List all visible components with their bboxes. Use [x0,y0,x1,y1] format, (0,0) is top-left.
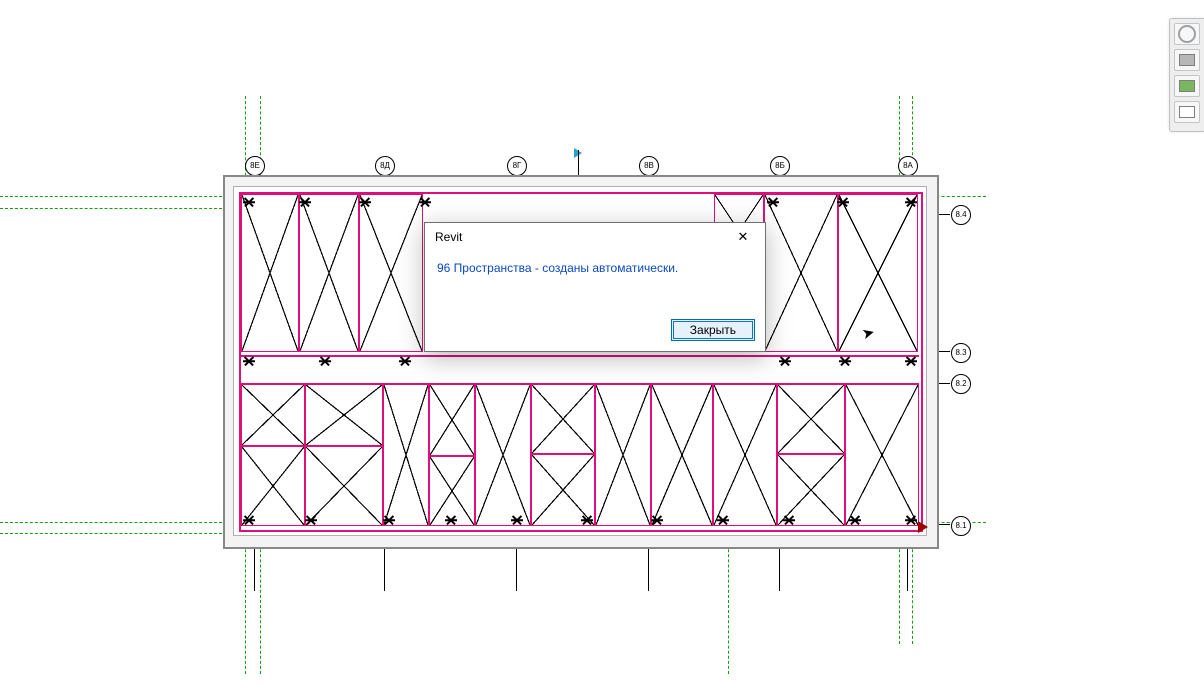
space-marker [780,356,790,366]
space-cell [531,454,595,526]
cursor-icon: ➤ [860,323,877,344]
gridline-h [226,524,950,525]
green-gridline [899,534,900,644]
space-marker [320,356,330,366]
gridline-v [254,173,255,591]
green-gridline [926,196,986,197]
space-marker [300,197,310,207]
dialog-footer: Закрыть [425,313,765,351]
grid-bubble: 8.3 [951,343,971,363]
grid-bubble: 8Е [245,156,265,176]
space-cell [241,384,305,446]
space-cell [531,384,595,454]
north-flag-icon [574,148,582,158]
green-gridline [245,534,246,674]
grid-bubble: 8В [639,156,659,176]
space-cell [383,384,429,526]
palette-swatch-white[interactable] [1174,101,1200,123]
view-palette[interactable] [1169,18,1204,132]
space-marker [244,197,254,207]
green-gridline [0,522,232,523]
space-marker [768,197,778,207]
grid-bubble: 8Г [507,156,527,176]
grid-bubble: 8Д [375,156,395,176]
gridline-v [779,173,780,591]
gridline-h [226,383,950,384]
green-gridline [926,522,986,523]
space-marker [446,515,456,525]
space-cell [595,384,651,526]
space-marker [906,197,916,207]
space-cell [429,456,475,526]
green-gridline [245,96,246,186]
space-marker [718,515,728,525]
space-cell [305,446,383,526]
space-marker [906,356,916,366]
grid-bubble: 8.4 [951,205,971,225]
grid-bubble: 8.1 [951,516,971,536]
grid-bubble: 8А [898,156,918,176]
green-gridline [0,196,232,197]
space-marker [244,356,254,366]
space-marker [784,515,794,525]
space-marker [244,515,254,525]
space-cell [299,194,359,352]
space-marker [512,515,522,525]
space-cell [777,384,845,454]
gridline-v [907,173,908,591]
space-cell [838,194,918,352]
palette-swatch-green[interactable] [1174,75,1200,97]
space-cell [713,384,777,526]
dialog-title: Revit [435,230,462,244]
grid-bubble: 8Б [770,156,790,176]
space-marker [906,515,916,525]
green-gridline [912,534,913,644]
gridline-v [384,173,385,591]
green-gridline [728,534,729,674]
palette-swatch-grey[interactable] [1174,49,1200,71]
corridor [239,355,919,385]
gridline-v [578,150,579,176]
gridline-h [226,214,950,215]
space-cell [241,446,305,526]
space-marker [384,515,394,525]
space-cell [359,194,423,352]
green-gridline [912,96,913,186]
space-marker [360,197,370,207]
grid-bubble: 8.2 [951,374,971,394]
space-marker [850,515,860,525]
close-button[interactable]: Закрыть [671,319,755,341]
space-marker [420,197,430,207]
dialog-close-x[interactable]: ✕ [723,223,763,251]
green-gridline [899,96,900,186]
space-cell [777,454,845,526]
space-marker [400,356,410,366]
green-gridline [260,534,261,674]
dialog-titlebar[interactable]: Revit ✕ [425,223,765,251]
space-marker [838,197,848,207]
green-gridline [260,96,261,186]
space-cell [475,384,531,526]
section-arrow-icon [918,521,928,533]
space-cell [305,384,383,446]
space-cell [429,384,475,456]
space-marker [306,515,316,525]
space-marker [582,515,592,525]
space-marker [652,515,662,525]
space-cell [764,194,838,352]
palette-steering-icon[interactable] [1174,23,1200,45]
green-gridline [0,533,232,534]
space-cell [241,194,299,352]
green-gridline [0,208,232,209]
space-cell [651,384,713,526]
space-cell [845,384,919,526]
revit-dialog: Revit ✕ 96 Пространства - созданы автома… [424,222,766,352]
dialog-message: 96 Пространства - созданы автоматически. [425,251,765,313]
space-marker [840,356,850,366]
